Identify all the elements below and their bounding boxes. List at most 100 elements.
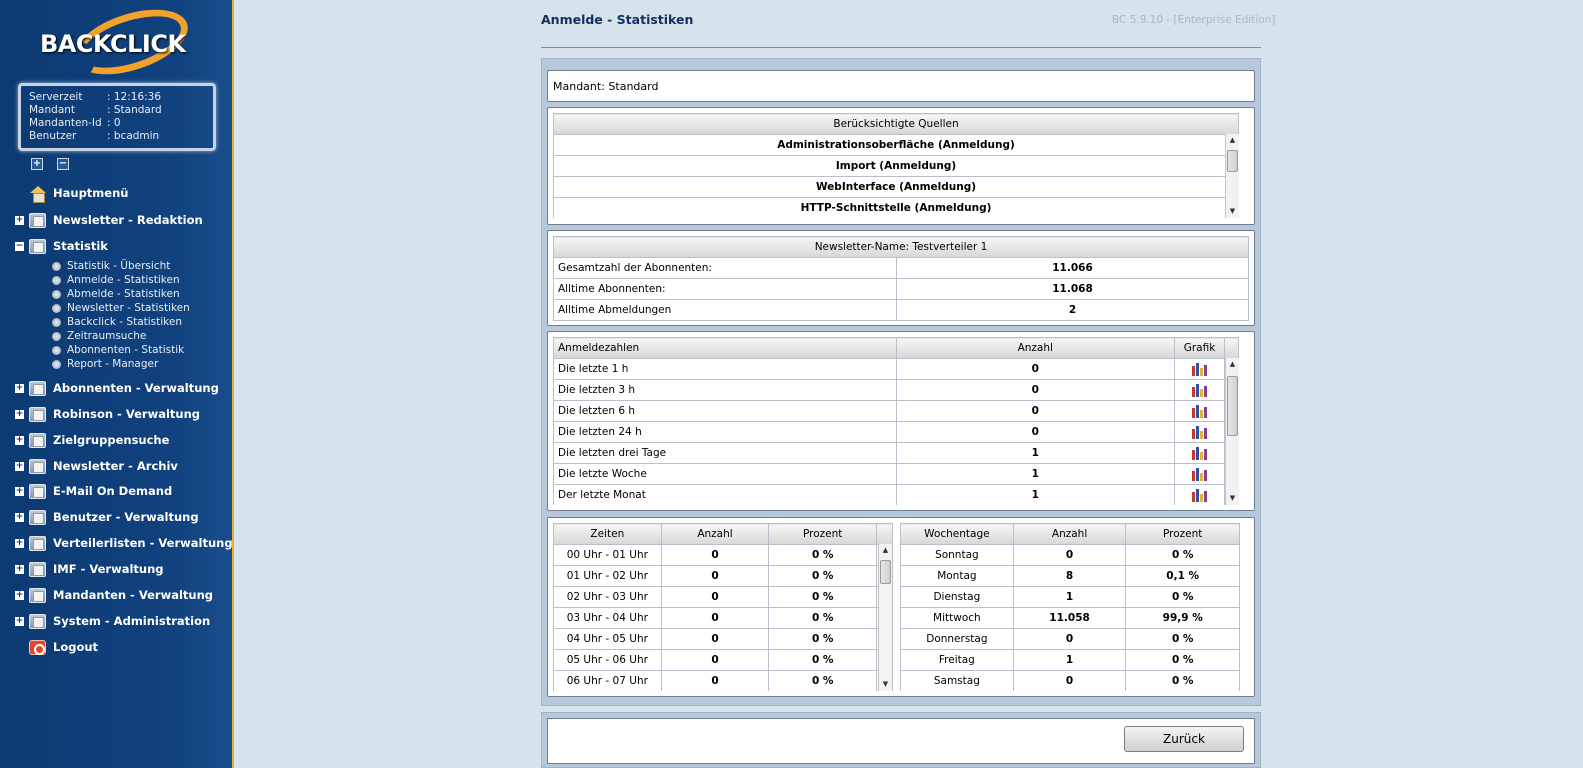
backclick-logo[interactable]: BACKCLICK	[38, 0, 198, 87]
expand-icon[interactable]: +	[15, 538, 24, 548]
table-row: Sonntag 0 0 %	[900, 544, 1240, 566]
nav-logout[interactable]: Logout	[0, 638, 234, 656]
source-item[interactable]: WebInterface (Anmeldung)	[553, 176, 1239, 198]
col-header-anzahl: Anzahl	[895, 337, 1176, 359]
scroll-up-icon[interactable]: ▲	[1226, 358, 1239, 371]
nav-abonnenten-verwaltung[interactable]: + Abonnenten - Verwaltung	[0, 379, 234, 397]
nav-sub-report-manager[interactable]: Report - Manager	[52, 357, 158, 371]
newsletter-summary-box: Newsletter-Name: Testverteiler 1 Gesamtz…	[547, 230, 1255, 326]
collapse-icon[interactable]: −	[15, 241, 24, 251]
bar-chart-icon[interactable]	[1191, 467, 1208, 481]
newsletter-name-header: Newsletter-Name: Testverteiler 1	[553, 236, 1249, 258]
expand-icon[interactable]: +	[15, 616, 24, 626]
folder-icon	[29, 483, 46, 499]
sources-box: Berücksichtigte Quellen Administrationso…	[547, 107, 1255, 225]
scroll-up-icon[interactable]: ▲	[879, 544, 892, 557]
nav-statistik[interactable]: − Statistik	[0, 237, 234, 255]
bullet-icon	[52, 289, 61, 299]
scroll-thumb[interactable]	[1227, 376, 1238, 436]
folder-icon	[29, 432, 46, 448]
anmeldezahlen-list[interactable]: Anmeldezahlen Anzahl Grafik Die letzte 1…	[553, 337, 1239, 505]
nav-sub-newsletter-statistiken[interactable]: Newsletter - Statistiken	[52, 301, 190, 315]
bar-chart-icon[interactable]	[1191, 362, 1208, 376]
table-row: Mittwoch 11.058 99,9 %	[900, 607, 1240, 629]
nav-robinson-verwaltung[interactable]: + Robinson - Verwaltung	[0, 405, 234, 423]
anmeldezahlen-scrollbar[interactable]: ▲ ▼	[1225, 358, 1239, 505]
nav-zielgruppensuche[interactable]: + Zielgruppensuche	[0, 431, 234, 449]
table-row: 03 Uhr - 04 Uhr 0 0 %	[553, 607, 893, 629]
sidebar: BACKCLICK Serverzeit: 12:16:36 Mandant: …	[0, 0, 234, 768]
scroll-thumb[interactable]	[1227, 150, 1238, 172]
sources-scrollbar[interactable]: ▲ ▼	[1225, 134, 1239, 218]
expand-icon[interactable]: +	[15, 486, 24, 496]
logo-wordmark: BACKCLICK	[40, 30, 186, 58]
folder-icon	[29, 509, 46, 525]
table-row: Alltime Abonnenten: 11.068	[553, 278, 1249, 300]
collapse-all-button[interactable]: −	[57, 158, 69, 170]
scroll-down-icon[interactable]: ▼	[1226, 492, 1239, 505]
bar-chart-icon[interactable]	[1191, 404, 1208, 418]
expand-icon[interactable]: +	[15, 590, 24, 600]
scroll-down-icon[interactable]: ▼	[879, 678, 892, 691]
back-button[interactable]: Zurück	[1124, 726, 1244, 752]
info-row-benutzer: Benutzer: bcadmin	[29, 130, 160, 142]
nav-benutzer-verwaltung[interactable]: + Benutzer - Verwaltung	[0, 508, 234, 526]
source-item[interactable]: Administrationsoberfläche (Anmeldung)	[553, 134, 1239, 156]
nav-sub-statistik-uebersicht[interactable]: Statistik - Übersicht	[52, 259, 170, 273]
table-row: Alltime Abmeldungen 2	[553, 299, 1249, 321]
nav-sub-backclick-statistiken[interactable]: Backclick - Statistiken	[52, 315, 182, 329]
source-item[interactable]: Import (Anmeldung)	[553, 155, 1239, 177]
main-content: Anmelde - Statistiken BC 5.9.10 - [Enter…	[234, 0, 1583, 768]
expand-icon[interactable]: +	[15, 215, 24, 225]
nav-sub-abonnenten-statistik[interactable]: Abonnenten - Statistik	[52, 343, 184, 357]
nav-hauptmenue[interactable]: Hauptmenü	[0, 184, 234, 203]
scroll-up-icon[interactable]: ▲	[1226, 134, 1239, 147]
scroll-down-icon[interactable]: ▼	[1226, 205, 1239, 218]
table-row: 02 Uhr - 03 Uhr 0 0 %	[553, 586, 893, 608]
expand-icon[interactable]: +	[15, 564, 24, 574]
expand-icon[interactable]: +	[15, 409, 24, 419]
bullet-icon	[52, 261, 61, 271]
folder-icon	[29, 613, 46, 629]
nav-system-administration[interactable]: + System - Administration	[0, 612, 234, 630]
home-icon	[29, 185, 46, 203]
table-row: Die letzten 24 h0	[553, 421, 1239, 443]
server-info-box: Serverzeit: 12:16:36 Mandant: Standard M…	[18, 83, 216, 151]
nav-sub-anmelde-statistiken[interactable]: Anmelde - Statistiken	[52, 273, 180, 287]
info-row-serverzeit: Serverzeit: 12:16:36	[29, 91, 162, 103]
nav-newsletter-archiv[interactable]: + Newsletter - Archiv	[0, 457, 234, 475]
col-header-wochentage: Wochentage	[900, 523, 1014, 545]
sources-list[interactable]: Berücksichtigte Quellen Administrationso…	[553, 113, 1239, 218]
col-header-anzahl: Anzahl	[1012, 523, 1127, 545]
scroll-thumb[interactable]	[880, 560, 891, 584]
nav-sub-abmelde-statistiken[interactable]: Abmelde - Statistiken	[52, 287, 180, 301]
bar-chart-icon[interactable]	[1191, 488, 1208, 502]
nav-verteilerlisten-verwaltung[interactable]: + Verteilerlisten - Verwaltung	[0, 534, 234, 552]
nav-sub-zeitraumsuche[interactable]: Zeitraumsuche	[52, 329, 146, 343]
expand-all-button[interactable]: +	[31, 158, 43, 170]
nav-email-on-demand[interactable]: + E-Mail On Demand	[0, 482, 234, 500]
nav-imf-verwaltung[interactable]: + IMF - Verwaltung	[0, 560, 234, 578]
zeiten-list[interactable]: Zeiten Anzahl Prozent 00 Uhr - 01 Uhr 0 0 …	[553, 523, 893, 691]
table-row: 05 Uhr - 06 Uhr 0 0 %	[553, 649, 893, 671]
wochentage-list: Wochentage Anzahl Prozent Sonntag 0 0 % Mon…	[900, 523, 1240, 691]
bullet-icon	[52, 303, 61, 313]
nav-mandanten-verwaltung[interactable]: + Mandanten - Verwaltung	[0, 586, 234, 604]
bar-chart-icon[interactable]	[1191, 425, 1208, 439]
anmeldezahlen-box: Anmeldezahlen Anzahl Grafik Die letzte 1…	[547, 331, 1255, 511]
bar-chart-icon[interactable]	[1191, 446, 1208, 460]
table-row: Die letzten 3 h0	[553, 379, 1239, 401]
bar-chart-icon[interactable]	[1191, 383, 1208, 397]
expand-icon[interactable]: +	[15, 383, 24, 393]
zeiten-scrollbar[interactable]: ▲ ▼	[878, 544, 892, 691]
bullet-icon	[52, 275, 61, 285]
folder-icon	[29, 458, 46, 474]
source-item[interactable]: HTTP-Schnittstelle (Anmeldung)	[553, 197, 1239, 218]
folder-icon	[29, 380, 46, 396]
expand-icon[interactable]: +	[15, 461, 24, 471]
nav-newsletter-redaktion[interactable]: + Newsletter - Redaktion	[0, 211, 234, 229]
bullet-icon	[52, 331, 61, 341]
info-row-mandanten-id: Mandanten-Id: 0	[29, 117, 121, 129]
expand-icon[interactable]: +	[15, 435, 24, 445]
expand-icon[interactable]: +	[15, 512, 24, 522]
